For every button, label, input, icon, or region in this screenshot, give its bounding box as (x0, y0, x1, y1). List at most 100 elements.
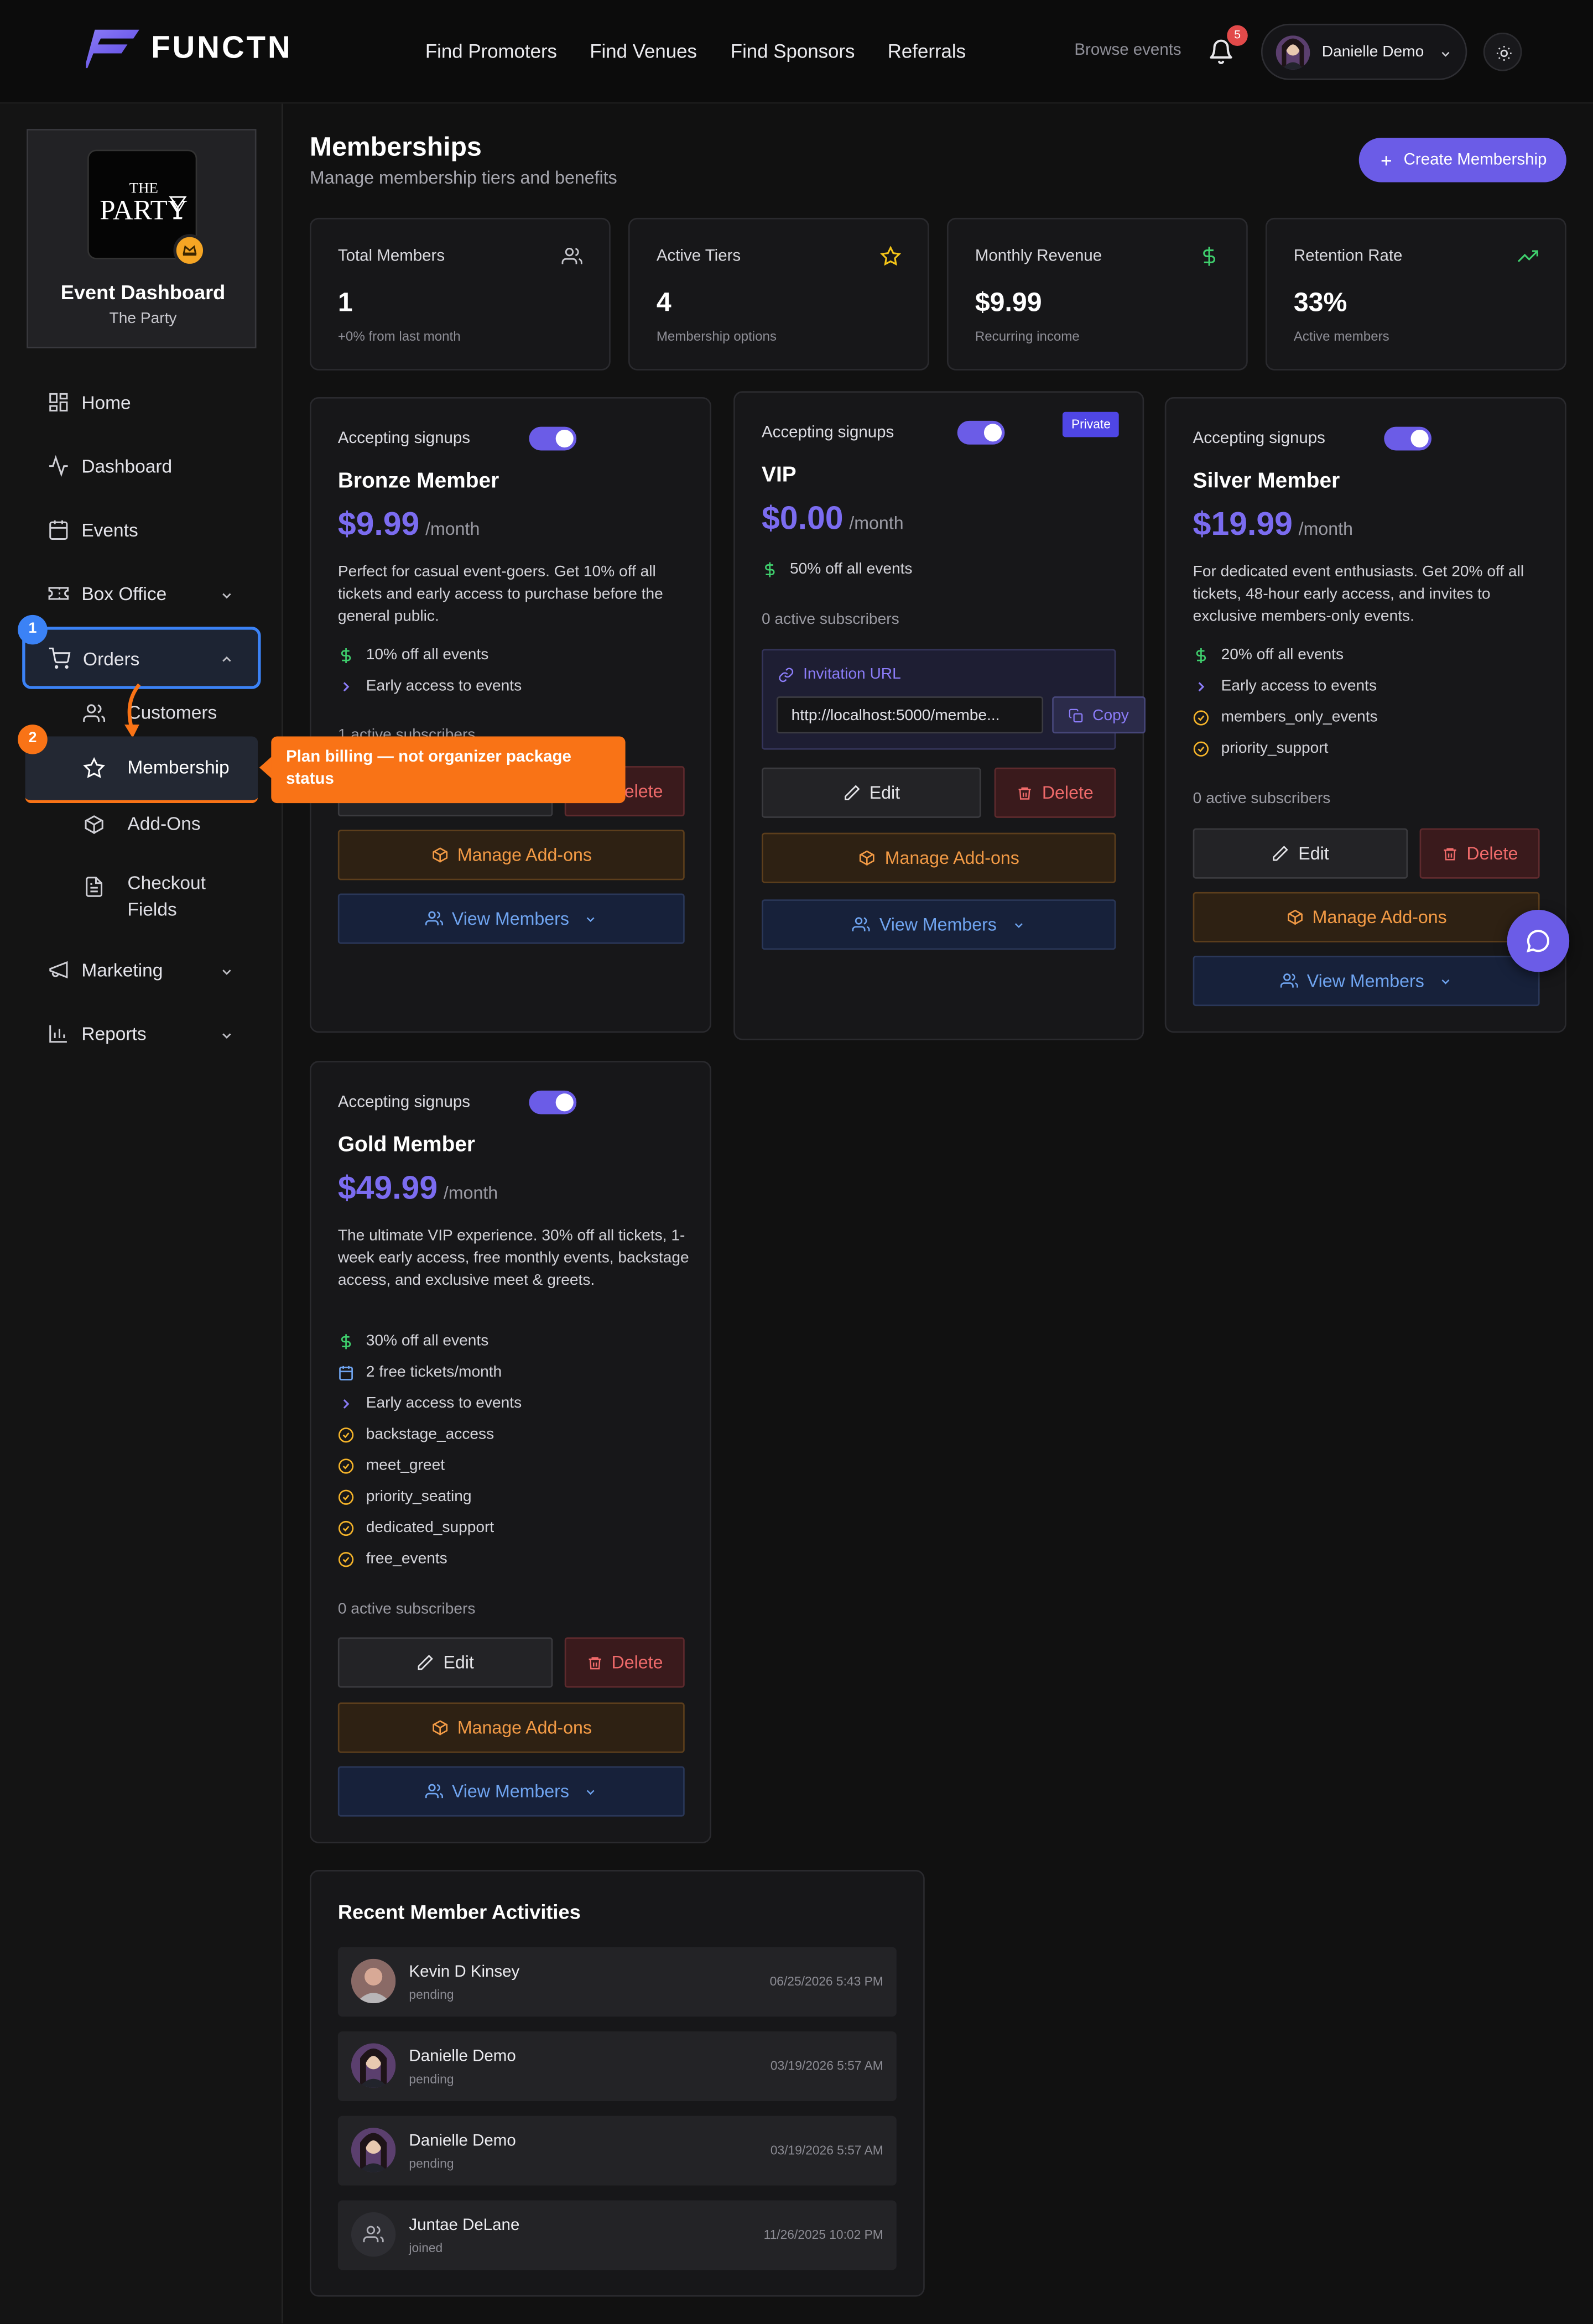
avatar (351, 2043, 396, 2088)
delete-button[interactable]: Delete (1419, 828, 1540, 879)
feature-item: 20% off all events (1193, 646, 1344, 664)
activity-row[interactable]: Danielle Demo pending 03/19/2026 5:57 AM (337, 2115, 897, 2186)
browse-events-link[interactable]: Browse events (1074, 41, 1181, 59)
page-subtitle: Manage membership tiers and benefits (309, 167, 617, 189)
edit-button[interactable]: Edit (337, 1637, 553, 1688)
subscriber-count: 0 active subscribers (762, 610, 899, 628)
avatar (351, 1958, 396, 2004)
stat-value: 1 (337, 287, 353, 317)
check-circle-icon (338, 1551, 354, 1567)
invitation-url-input[interactable]: http://localhost:5000/membe... (776, 696, 1044, 734)
event-dashboard-title: Event Dashboard (60, 282, 226, 304)
event-card[interactable]: THE PARTY Event Dashboard The Party (27, 129, 257, 348)
sidebar-item-label: Reports (81, 1023, 147, 1044)
feature-item: 30% off all events (338, 1332, 488, 1350)
stat-sub: Active members (1293, 329, 1389, 344)
accepting-signups-toggle[interactable] (957, 420, 1005, 445)
tier-card-bronze: Accepting signups Bronze Member $9.99/mo… (309, 397, 711, 1033)
sidebar-item-membership[interactable]: Membership (83, 757, 230, 779)
activity-row[interactable]: Kevin D Kinsey pending 06/25/2026 5:43 P… (337, 1947, 897, 2017)
edit-button[interactable]: Edit (762, 767, 981, 818)
sidebar-item-dashboard[interactable]: Dashboard (48, 455, 172, 477)
sidebar-item-addons[interactable]: Add-Ons (83, 814, 201, 836)
tier-price: $19.99/month (1193, 505, 1353, 543)
trash-icon (1443, 847, 1456, 860)
view-members-button[interactable]: View Members (337, 893, 685, 944)
chevron-down-icon (586, 1789, 595, 1794)
calendar-icon (49, 520, 68, 540)
sidebar-item-box-office[interactable]: Box Office (48, 582, 166, 605)
dollar-icon (1203, 247, 1216, 266)
private-badge: Private (1062, 411, 1120, 437)
check-circle-icon (338, 1426, 354, 1442)
sidebar-item-label: Home (81, 392, 131, 413)
accepting-signups-label: Accepting signups (1193, 429, 1325, 448)
activity-row[interactable]: Danielle Demo pending 03/19/2026 5:57 AM (337, 2031, 897, 2101)
chevron-up-icon[interactable] (220, 652, 235, 667)
check-circle-icon (338, 1520, 354, 1535)
feature-item: free_events (338, 1550, 447, 1567)
chevron-down-icon[interactable] (220, 965, 235, 979)
sidebar (0, 103, 283, 2323)
feature-item: priority_seating (338, 1488, 471, 1505)
package-icon (432, 1720, 447, 1736)
nav-find-promoters[interactable]: Find Promoters (425, 40, 557, 62)
nav-find-venues[interactable]: Find Venues (590, 40, 697, 62)
sidebar-item-home[interactable]: Home (48, 391, 131, 413)
stat-sub: Recurring income (975, 329, 1080, 344)
view-members-button[interactable]: View Members (762, 899, 1116, 950)
copy-button[interactable]: Copy (1052, 696, 1146, 734)
tier-name: Bronze Member (337, 470, 499, 494)
view-members-button[interactable]: View Members (337, 1766, 685, 1817)
sidebar-item-label: Dashboard (81, 455, 173, 477)
manage-addons-button[interactable]: Manage Add-ons (762, 832, 1116, 883)
chevron-down-icon (1014, 922, 1022, 927)
cart-icon (49, 647, 71, 669)
star-icon (83, 757, 106, 778)
app-root: FUNCTN Find Promoters Find Venues Find S… (0, 0, 1593, 2323)
guide-step-badge: 1 (18, 614, 48, 645)
sidebar-item-label: Orders (83, 648, 140, 669)
chevron-down-icon[interactable] (220, 1028, 235, 1043)
delete-button[interactable]: Delete (994, 767, 1116, 818)
user-avatar (1276, 35, 1310, 70)
users-icon (425, 1784, 443, 1799)
manage-addons-button[interactable]: Manage Add-ons (1193, 892, 1540, 942)
sidebar-item-customers[interactable]: Customers (83, 702, 217, 725)
stat-label: Retention Rate (1293, 247, 1403, 265)
feature-item: Early access to events (338, 1394, 522, 1412)
sidebar-item-events[interactable]: Events (48, 519, 138, 541)
manage-addons-button[interactable]: Manage Add-ons (337, 1702, 685, 1753)
accepting-signups-toggle[interactable] (529, 1090, 577, 1114)
chevron-down-icon[interactable] (220, 588, 235, 603)
activity-status: pending (409, 1987, 454, 2002)
chevron-down-icon (586, 916, 595, 921)
theme-toggle-button[interactable] (1483, 32, 1522, 71)
create-membership-button[interactable]: Create Membership (1358, 138, 1566, 183)
user-menu[interactable]: Danielle Demo (1261, 23, 1467, 80)
nav-find-sponsors[interactable]: Find Sponsors (731, 40, 855, 62)
accepting-signups-toggle[interactable] (1384, 426, 1432, 451)
sidebar-item-marketing[interactable]: Marketing (48, 958, 163, 981)
accepting-signups-toggle[interactable] (529, 426, 577, 451)
brand-logo[interactable]: FUNCTN (86, 29, 292, 69)
manage-addons-button[interactable]: Manage Add-ons (337, 830, 685, 880)
calendar-icon (339, 1365, 353, 1380)
crown-badge (173, 234, 206, 267)
dollar-icon (341, 1333, 351, 1349)
sidebar-item-reports[interactable]: Reports (48, 1023, 147, 1045)
view-members-button[interactable]: View Members (1193, 956, 1540, 1007)
delete-button[interactable]: Delete (564, 1637, 685, 1688)
tier-price: $49.99/month (337, 1169, 498, 1206)
sidebar-item-checkout-fields[interactable]: Checkout Fields (83, 870, 231, 923)
activity-row[interactable]: Juntae DeLane joined 11/26/2025 10:02 PM (337, 2200, 897, 2270)
activity-date: 06/25/2026 5:43 PM (769, 1973, 883, 1989)
edit-button[interactable]: Edit (1193, 828, 1408, 879)
nav-referrals[interactable]: Referrals (888, 40, 966, 62)
sidebar-item-label: Events (81, 519, 138, 540)
chat-button[interactable] (1507, 909, 1570, 972)
package-icon (432, 847, 447, 863)
chevron-right-icon (343, 681, 350, 691)
sidebar-item-orders[interactable]: Orders (48, 647, 140, 670)
accepting-signups-label: Accepting signups (337, 429, 471, 448)
